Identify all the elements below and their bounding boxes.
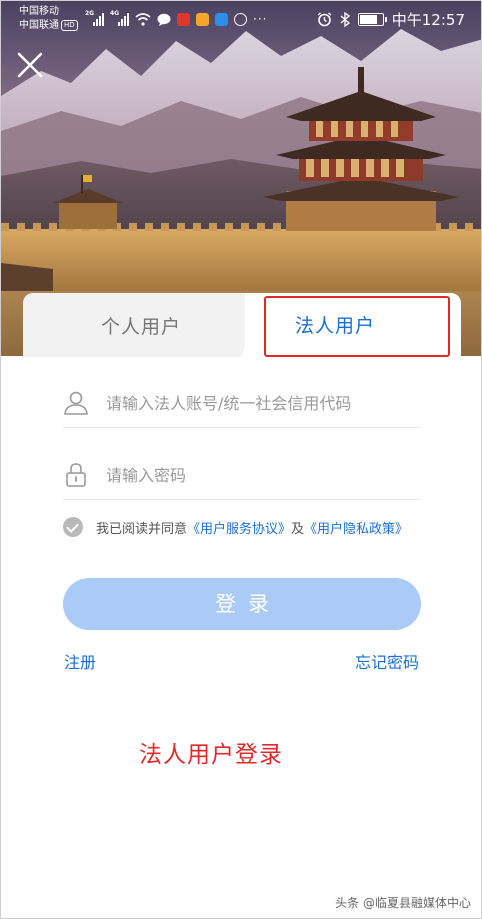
register-link[interactable]: 注册 (64, 649, 96, 673)
watermark: 头条 @临夏县融媒体中心 (335, 896, 471, 910)
clock: 中午12:57 (391, 11, 465, 29)
network-type-1: 2G (85, 10, 95, 17)
lock-icon (66, 463, 86, 487)
carrier-2-name: 中国联通 (19, 20, 59, 31)
network-type-2: 4G (110, 10, 120, 17)
service-agreement-link[interactable]: 《用户服务协议》 (187, 518, 291, 537)
message-icon (157, 13, 171, 26)
tab-personal-user[interactable]: 个人用户 (23, 293, 268, 357)
carrier-2-label: 中国联通 HD (19, 20, 78, 32)
annotation-caption: 法人用户登录 (139, 742, 283, 768)
account-field (63, 380, 421, 428)
signal-icon: 4G (110, 10, 129, 26)
status-icons-left: 2G 4G ··· (85, 10, 268, 27)
app-icon (196, 12, 209, 26)
signal-icon: 2G (85, 10, 104, 26)
agreement-and: 及 (291, 521, 305, 537)
alarm-icon (317, 12, 332, 27)
more-notifications-icon: ··· (253, 12, 268, 26)
app-icon (234, 12, 247, 26)
tab-corporate-label: 法人用户 (295, 315, 376, 337)
app-icon (215, 12, 228, 26)
user-icon (64, 391, 88, 415)
tab-personal-label: 个人用户 (101, 316, 182, 338)
status-bar: 中国移动 中国联通 HD 2G 4G ··· 中午12:57 (1, 1, 481, 35)
agreement-checkbox[interactable] (63, 517, 83, 537)
hd-badge: HD (61, 20, 78, 31)
agreement-row: 我已阅读并同意 《用户服务协议》 及 《用户隐私政策》 (63, 515, 408, 539)
app-icon (177, 12, 190, 26)
agreement-prefix: 我已阅读并同意 (96, 521, 188, 537)
account-input[interactable] (106, 386, 418, 420)
tab-corporate-user[interactable]: 法人用户 (245, 293, 461, 357)
battery-icon (357, 13, 387, 26)
password-field (63, 452, 421, 500)
app-screen: 中国移动 中国联通 HD 2G 4G ··· 中午12:57 个人用户 法人用户… (0, 0, 482, 919)
user-type-tabs: 个人用户 法人用户 (23, 293, 461, 357)
privacy-policy-link[interactable]: 《用户隐私政策》 (304, 518, 408, 537)
login-card (1, 356, 481, 918)
bluetooth-icon (340, 12, 350, 27)
close-icon[interactable] (16, 51, 44, 79)
status-icons-right: 中午12:57 (317, 9, 465, 30)
forgot-password-link[interactable]: 忘记密码 (355, 649, 419, 673)
carrier-1-label: 中国移动 (19, 6, 59, 17)
wifi-icon (135, 12, 151, 26)
password-input[interactable] (106, 458, 418, 492)
login-button[interactable]: 登录 (63, 578, 421, 630)
